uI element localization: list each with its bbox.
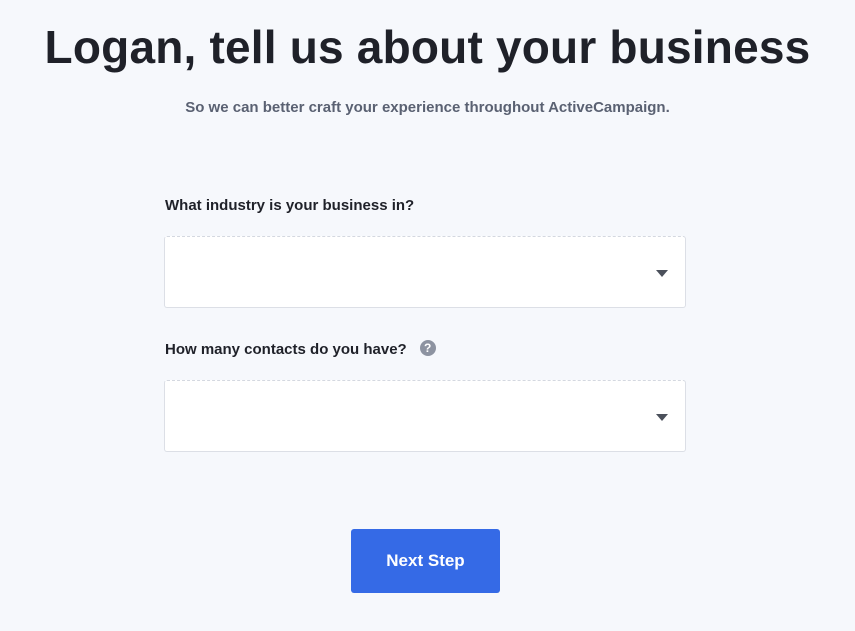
next-step-button[interactable]: Next Step bbox=[351, 529, 500, 593]
caret-down-icon bbox=[656, 270, 668, 277]
page-title: Logan, tell us about your business bbox=[44, 21, 811, 73]
caret-down-icon bbox=[656, 414, 668, 421]
onboarding-page: Logan, tell us about your business So we… bbox=[0, 0, 855, 631]
help-icon[interactable]: ? bbox=[419, 340, 436, 356]
industry-select[interactable] bbox=[164, 236, 686, 308]
industry-label-text: What industry is your business in? bbox=[165, 197, 415, 214]
page-subtitle: So we can better craft your experience t… bbox=[185, 99, 670, 116]
contacts-select[interactable] bbox=[164, 380, 686, 452]
industry-label: What industry is your business in? bbox=[165, 197, 414, 215]
contacts-label: How many contacts do you have? ? bbox=[165, 340, 436, 359]
contacts-label-text: How many contacts do you have? bbox=[165, 341, 407, 358]
